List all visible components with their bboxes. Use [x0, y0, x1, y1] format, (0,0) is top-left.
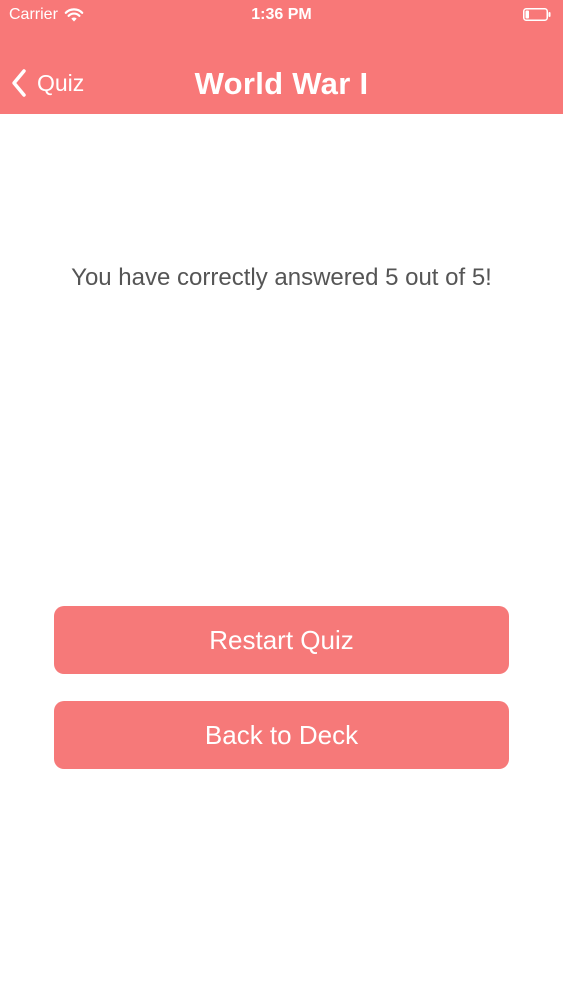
header: Carrier 1:36 PM Quiz World War I [0, 0, 563, 114]
quiz-result-message: You have correctly answered 5 out of 5! [71, 264, 492, 291]
navigation-bar: Quiz World War I [0, 52, 563, 114]
battery-icon [523, 8, 551, 21]
page-title: World War I [194, 66, 369, 101]
status-time: 1:36 PM [251, 6, 312, 23]
restart-quiz-button[interactable]: Restart Quiz [54, 606, 509, 674]
back-to-deck-button[interactable]: Back to Deck [54, 701, 509, 769]
status-bar: Carrier 1:36 PM [0, 0, 563, 30]
